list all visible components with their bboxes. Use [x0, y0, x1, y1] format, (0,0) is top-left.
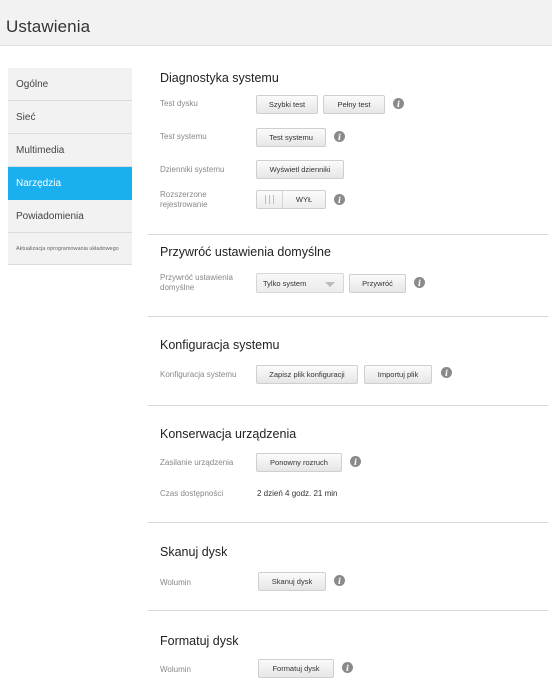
info-icon[interactable]: i [334, 194, 345, 205]
system-logs-label: Dzienniki systemu [160, 165, 225, 174]
info-icon[interactable]: i [334, 131, 345, 142]
info-icon[interactable]: i [441, 367, 452, 378]
section-title-format: Formatuj dysk [160, 634, 239, 648]
section-divider [148, 234, 548, 235]
extended-logging-label: Rozszerzone rejestrowanie [160, 190, 208, 210]
view-logs-button[interactable]: Wyświetl dzienniki [256, 160, 344, 179]
save-config-button[interactable]: Zapisz plik konfiguracji [256, 365, 358, 384]
sidebar-item-firmware-update[interactable]: Aktualizacja oprogramowania układowego [8, 233, 132, 265]
extended-logging-toggle[interactable]: WYŁ [256, 190, 326, 209]
section-title-maintenance: Konserwacja urządzenia [160, 427, 297, 441]
scan-disk-button[interactable]: Skanuj dysk [258, 572, 326, 591]
info-icon[interactable]: i [350, 456, 361, 467]
full-test-button[interactable]: Pełny test [323, 95, 385, 114]
import-config-button[interactable]: Importuj plik [364, 365, 432, 384]
restore-defaults-label: Przywróć ustawienia domyślne [160, 273, 233, 293]
toggle-state: WYŁ [295, 195, 313, 204]
info-icon[interactable]: i [393, 98, 404, 109]
section-divider [148, 610, 548, 611]
section-title-restore: Przywróć ustawienia domyślne [160, 245, 331, 259]
quick-test-button[interactable]: Szybki test [256, 95, 318, 114]
scan-volume-label: Wolumin [160, 578, 191, 587]
top-bar: Ustawienia [0, 0, 552, 46]
section-title-config: Konfiguracja systemu [160, 338, 280, 352]
system-test-button[interactable]: Test systemu [256, 128, 326, 147]
sidebar-item-tools[interactable]: Narzędzia [8, 167, 132, 200]
section-divider [148, 405, 548, 406]
section-title-diagnostics: Diagnostyka systemu [160, 71, 279, 85]
sidebar: Ogólne Sieć Multimedia Narzędzia Powiado… [8, 68, 132, 265]
toggle-handle[interactable] [257, 191, 283, 208]
section-divider [148, 522, 548, 523]
format-volume-label: Wolumin [160, 665, 191, 674]
extended-logging-label-line2: rejestrowanie [160, 200, 208, 209]
info-icon[interactable]: i [414, 277, 425, 288]
reboot-button[interactable]: Ponowny rozruch [256, 453, 342, 472]
sidebar-item-notifications[interactable]: Powiadomienia [8, 200, 132, 233]
section-title-scan: Skanuj dysk [160, 545, 228, 559]
restore-button[interactable]: Przywróć [349, 274, 406, 293]
device-power-label: Zasilanie urządzenia [160, 458, 234, 467]
restore-scope-select[interactable]: Tylko system [256, 273, 344, 293]
sidebar-item-general[interactable]: Ogólne [8, 68, 132, 101]
sidebar-item-multimedia[interactable]: Multimedia [8, 134, 132, 167]
format-disk-button[interactable]: Formatuj dysk [258, 659, 334, 678]
sidebar-item-network[interactable]: Sieć [8, 101, 132, 134]
restore-defaults-label-line2: domyślne [160, 283, 195, 292]
uptime-label: Czas dostępności [160, 489, 224, 498]
chevron-down-icon [325, 282, 335, 287]
extended-logging-label-line1: Rozszerzone [160, 190, 207, 199]
section-divider [148, 316, 548, 317]
info-icon[interactable]: i [334, 575, 345, 586]
system-test-label: Test systemu [160, 132, 207, 141]
page-title: Ustawienia [6, 17, 91, 36]
restore-defaults-label-line1: Przywróć ustawienia [160, 273, 233, 282]
uptime-value: 2 dzień 4 godz. 21 min [257, 489, 338, 498]
info-icon[interactable]: i [342, 662, 353, 673]
config-label: Konfiguracja systemu [160, 370, 237, 379]
disk-test-label: Test dysku [160, 99, 198, 108]
restore-scope-value: Tylko system [263, 278, 307, 288]
